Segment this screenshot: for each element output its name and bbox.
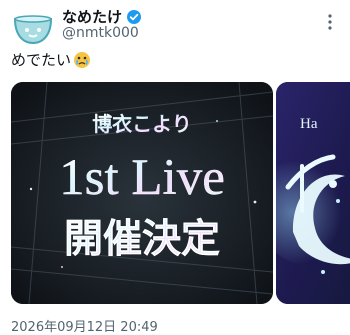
media-image-2[interactable]: Ha (276, 82, 350, 304)
partial-media-graphic: Ha (276, 82, 350, 304)
post-text-content: めでたい (11, 51, 72, 69)
author-handle[interactable]: @nmtk000 (62, 25, 139, 41)
post-header: なめたけ @nmtk000 (0, 0, 350, 46)
media-image-1[interactable]: 博衣こより 1st Live 開催決定 (11, 82, 273, 304)
avatar[interactable] (11, 6, 55, 46)
bowl-face-avatar-icon (11, 6, 55, 46)
media-title-line1: 博衣こより (92, 112, 192, 136)
media-title-line3: 開催決定 (64, 217, 220, 262)
author-name-row: なめたけ (62, 6, 142, 27)
post-timestamp[interactable]: 2026年09月12日 20:49 (11, 316, 158, 335)
live-announcement-graphic: 博衣こより 1st Live 開催決定 (11, 82, 273, 304)
more-options-icon[interactable] (322, 12, 338, 32)
partial-media-text: Ha (300, 116, 318, 132)
crying-face-emoji-icon (73, 51, 91, 69)
display-name[interactable]: なめたけ (62, 6, 122, 27)
verified-badge-icon (126, 9, 142, 25)
post-text: めでたい (11, 49, 91, 70)
media-title-line2: 1st Live (59, 150, 225, 206)
